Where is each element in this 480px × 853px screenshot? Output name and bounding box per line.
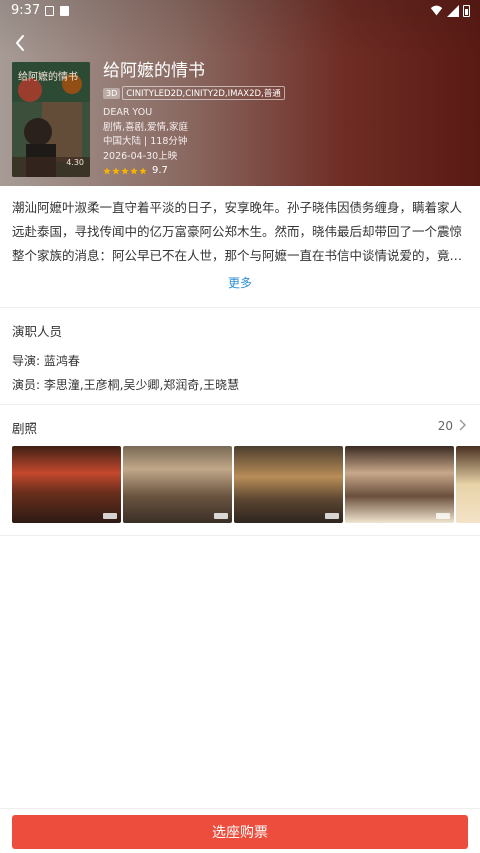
watermark-icon <box>214 513 228 519</box>
battery-icon <box>463 4 470 17</box>
movie-poster[interactable]: 给阿嬷的情书 4.30 <box>12 62 90 177</box>
cast-section-title: 演职人员 <box>12 324 63 339</box>
star-icon <box>130 167 138 175</box>
still-image[interactable] <box>12 446 121 523</box>
notification-a-icon <box>60 6 69 16</box>
still-image[interactable] <box>456 446 480 523</box>
tag-formats: CINITYLED2D,CINITY2D,IMAX2D,普通 <box>122 86 285 100</box>
watermark-icon <box>325 513 339 519</box>
bottom-bar: 选座购票 <box>0 808 480 853</box>
divider <box>0 404 480 405</box>
stills-strip[interactable] <box>12 446 480 523</box>
rating-score: 9.7 <box>152 165 168 176</box>
stills-count[interactable]: 20 <box>438 419 453 433</box>
signal-icon <box>447 4 459 17</box>
chevron-right-icon[interactable] <box>457 419 467 431</box>
still-image[interactable] <box>345 446 454 523</box>
divider <box>0 307 480 308</box>
divider <box>0 535 480 536</box>
star-icon <box>139 167 147 175</box>
actors-line: 演员: 李思潼,王彦桐,吴少卿,郑润奇,王晓慧 <box>12 378 240 392</box>
region-duration: 中国大陆 | 118分钟 <box>103 136 188 147</box>
rating-stars <box>103 167 147 175</box>
back-arrow-icon[interactable] <box>10 32 32 54</box>
star-icon <box>103 167 111 175</box>
movie-info: 给阿嬷的情书 3D CINITYLED2D,CINITY2D,IMAX2D,普通… <box>103 60 285 179</box>
star-icon <box>112 167 120 175</box>
status-icons <box>430 4 470 17</box>
star-icon <box>121 167 129 175</box>
genres: 剧情,喜剧,爱情,家庭 <box>103 121 189 133</box>
watermark-icon <box>436 513 450 519</box>
director-line: 导演: 蓝鸿春 <box>12 354 80 368</box>
notification-square-icon <box>45 6 54 16</box>
stills-section-title: 剧照 <box>12 421 38 436</box>
status-time: 9:37 <box>11 3 41 18</box>
tag-3d: 3D <box>103 87 121 99</box>
poster-title: 给阿嬷的情书 <box>18 72 78 83</box>
still-image[interactable] <box>123 446 232 523</box>
wifi-icon <box>430 5 443 16</box>
buy-ticket-button[interactable]: 选座购票 <box>12 815 468 849</box>
format-tags: 3D CINITYLED2D,CINITY2D,IMAX2D,普通 <box>103 86 285 100</box>
release-date: 2026-04-30上映 <box>103 150 178 162</box>
english-title: DEAR YOU <box>103 107 153 118</box>
more-button[interactable]: 更多 <box>0 274 480 291</box>
watermark-icon <box>103 513 117 519</box>
status-bar: 9:37 <box>0 0 480 22</box>
synopsis-text: 潮汕阿嬷叶淑柔一直守着平淡的日子，安享晚年。孙子晓伟因债务缠身，瞒着家人远赴泰国… <box>12 200 463 263</box>
rating: 9.7 <box>103 164 285 179</box>
poster-date: 4.30 <box>66 158 84 167</box>
movie-title: 给阿嬷的情书 <box>103 61 205 81</box>
still-image[interactable] <box>234 446 343 523</box>
